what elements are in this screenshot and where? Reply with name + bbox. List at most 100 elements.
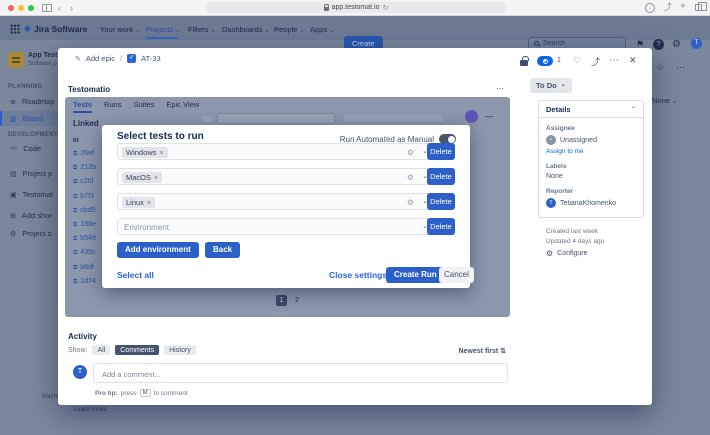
remove-tag-icon[interactable]: × <box>159 150 163 157</box>
comment-input[interactable] <box>94 366 507 384</box>
browser-sidebar-icon[interactable] <box>42 4 52 12</box>
back-icon[interactable]: ‹ <box>58 3 61 13</box>
share-issue-icon[interactable]: ⤴ <box>591 55 600 68</box>
back-button[interactable]: Back <box>205 242 240 258</box>
environment-select[interactable]: Linux× ⚙ ⌄ <box>117 193 437 210</box>
sidebar-item-board[interactable]: ▥Board <box>0 111 58 126</box>
sidebar-item-roadmap[interactable]: ≣Roadmap <box>0 94 58 109</box>
reporter-value[interactable]: T TetianaKhomenko <box>546 198 636 208</box>
page-1[interactable]: 1 <box>276 295 287 306</box>
help-icon[interactable]: ? <box>653 39 664 50</box>
sidebar-item-project-settings[interactable]: ⚙Project s <box>0 226 58 241</box>
minimize-window-button[interactable] <box>18 5 24 11</box>
configure-link[interactable]: ⚙ Configure <box>546 249 588 258</box>
external-link-icon: ⧉ <box>73 236 77 242</box>
sort-icon: ⇅ <box>500 348 506 355</box>
test-id-link[interactable]: ⧉188e <box>73 218 96 232</box>
share-icon[interactable]: ⤴ <box>663 2 672 12</box>
tab-epic-view[interactable]: Epic View <box>166 100 199 113</box>
sidebar-item-code[interactable]: </>Code <box>0 141 58 156</box>
environment-select[interactable]: Windows× ⚙ ⌄ <box>117 143 437 160</box>
tab-runs[interactable]: Runs <box>104 100 122 113</box>
assign-to-me-link[interactable]: Assign to me <box>546 148 636 155</box>
restrictions-lock-icon[interactable] <box>520 60 528 66</box>
test-id-link[interactable]: ⧉c26f <box>73 175 96 189</box>
nav-your-work[interactable]: Your work ⌄ <box>100 25 140 34</box>
issue-more-icon[interactable]: ⋯ <box>609 55 619 66</box>
external-link-icon: ⧉ <box>73 194 77 200</box>
filter-comments[interactable]: Comments <box>115 345 159 355</box>
add-environment-button[interactable]: Add environment <box>117 242 199 258</box>
app-switcher-icon[interactable] <box>10 24 20 34</box>
sidebar-item-add-shortcut[interactable]: ⊞Add shor <box>0 208 58 223</box>
like-icon[interactable]: ♡ <box>573 55 581 66</box>
new-tab-icon[interactable]: + <box>680 2 686 12</box>
download-icon[interactable]: ↓ <box>645 3 655 13</box>
nav-apps[interactable]: Apps ⌄ <box>310 25 334 34</box>
breadcrumb-epic[interactable]: Add epic <box>86 54 115 63</box>
status-dropdown[interactable]: To Do ⌄ <box>530 78 572 93</box>
test-id-link[interactable]: ⧉1d74 <box>73 275 96 289</box>
test-id-link[interactable]: ⧉435c <box>73 246 96 260</box>
forward-icon[interactable]: › <box>70 3 73 13</box>
sort-order[interactable]: Newest first ⇅ <box>458 347 506 355</box>
tab-suites[interactable]: Suites <box>134 100 155 113</box>
remove-tag-icon[interactable]: × <box>147 200 151 207</box>
delete-button[interactable]: Delete <box>427 193 455 210</box>
breadcrumb-issue-key[interactable]: AT-33 <box>141 54 160 63</box>
tab-overview-icon[interactable] <box>695 4 702 11</box>
learn-more-link[interactable]: Learn more <box>10 406 170 413</box>
sidebar-item-testomat[interactable]: ▣Testomat <box>0 187 58 202</box>
test-id-link[interactable]: ⧉b7f3 <box>73 190 96 204</box>
jira-brand[interactable]: Jira Software <box>34 24 87 34</box>
tab-tests[interactable]: Tests <box>73 100 92 113</box>
jira-logo-icon[interactable]: ◆ <box>24 23 31 34</box>
address-bar[interactable]: app.testomat.io ↻ <box>206 2 506 13</box>
page-2[interactable]: 2 <box>295 297 299 304</box>
test-id-link[interactable]: ⧉212b <box>73 161 96 175</box>
search-input[interactable] <box>543 40 613 47</box>
delete-button[interactable]: Delete <box>427 218 455 235</box>
star-icon[interactable]: ☆ <box>656 62 664 73</box>
watch-icon[interactable] <box>537 56 553 66</box>
nav-people[interactable]: People ⌄ <box>274 25 304 34</box>
close-window-button[interactable] <box>8 5 14 11</box>
test-id-link[interactable]: ⧉cbd9 <box>73 204 96 218</box>
assignee-value[interactable]: • Unassigned <box>546 135 636 145</box>
background-none-dropdown[interactable]: None ⌄ <box>652 96 677 105</box>
cancel-button[interactable]: Cancel <box>439 267 474 283</box>
test-id-link[interactable]: ⧉26ef <box>73 147 96 161</box>
details-header[interactable]: Details ⌃ <box>539 101 643 118</box>
settings-gear-icon[interactable]: ⚙ <box>672 39 681 50</box>
testomatio-more-icon[interactable]: ⋯ <box>496 84 504 93</box>
test-id-link[interactable]: ⧉b6df <box>73 261 96 275</box>
nav-dashboards[interactable]: Dashboards ⌄ <box>222 25 270 34</box>
comment-box[interactable] <box>93 363 508 383</box>
nav-projects[interactable]: Projects ⌄ <box>146 25 180 34</box>
details-panel: Details ⌃ Assignee • Unassigned Assign t… <box>538 100 644 218</box>
delete-button[interactable]: Delete <box>427 143 455 160</box>
user-avatar[interactable]: T <box>691 38 702 49</box>
gear-icon[interactable]: ⚙ <box>407 148 414 157</box>
gear-icon[interactable]: ⚙ <box>407 198 414 207</box>
select-all-link[interactable]: Select all <box>117 270 154 280</box>
nav-filters[interactable]: Filters ⌄ <box>188 25 216 34</box>
test-id-link[interactable]: ⧉b549 <box>73 232 96 246</box>
zoom-window-button[interactable] <box>28 5 34 11</box>
close-settings-link[interactable]: Close settings <box>329 270 387 280</box>
external-link-icon: ⧉ <box>73 165 77 171</box>
labels-value[interactable]: None <box>546 173 636 180</box>
environment-select-empty[interactable]: Environment ⌄ <box>117 218 437 235</box>
remove-tag-icon[interactable]: × <box>154 175 158 182</box>
close-icon[interactable]: ✕ <box>629 55 637 66</box>
sidebar-item-project-pages[interactable]: ▤Project p <box>0 166 58 181</box>
refresh-icon[interactable]: ↻ <box>383 4 389 12</box>
delete-button[interactable]: Delete <box>427 168 455 185</box>
create-run-button[interactable]: Create Run <box>386 267 445 283</box>
filter-all[interactable]: All <box>92 345 110 355</box>
environment-select[interactable]: MacOS× ⚙ ⌄ <box>117 168 437 185</box>
gear-icon[interactable]: ⚙ <box>407 173 414 182</box>
external-link-icon: ⧉ <box>73 265 77 271</box>
more-icon[interactable]: ⋯ <box>676 62 685 73</box>
filter-history[interactable]: History <box>164 345 196 355</box>
